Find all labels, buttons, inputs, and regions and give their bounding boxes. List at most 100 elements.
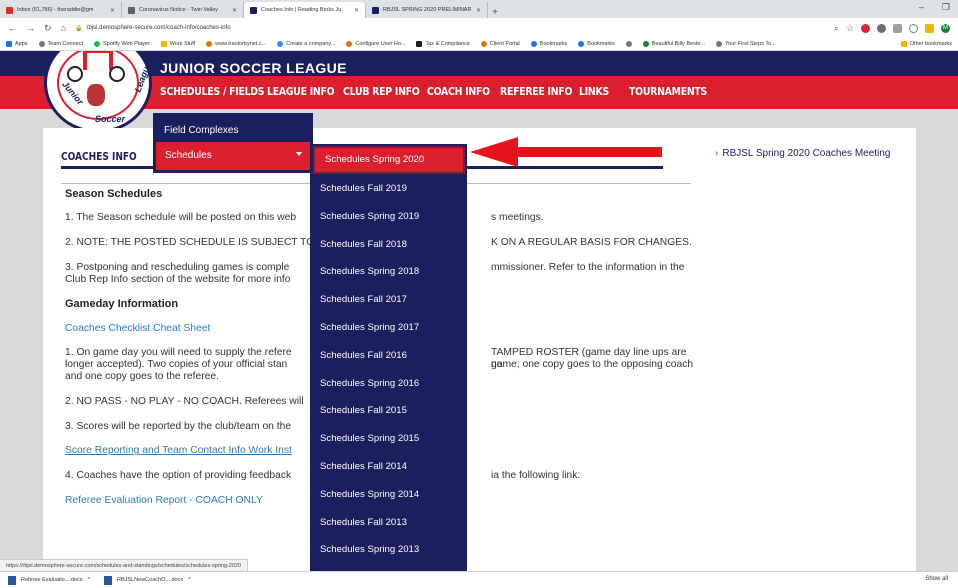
nav-coach-info[interactable]: COACH INFO [427, 85, 490, 98]
submenu-schedules-fall-2018[interactable]: Schedules Fall 2018 [310, 231, 467, 259]
extension-square-icon[interactable] [893, 23, 902, 33]
submenu-schedules-spring-2018[interactable]: Schedules Spring 2018 [310, 258, 467, 286]
annotation-arrow-icon [470, 137, 662, 167]
home-icon[interactable]: ⌂ [61, 23, 66, 33]
coaches-checklist-link[interactable]: Coaches Checklist Cheat Sheet [65, 323, 210, 335]
submenu-schedules-fall-2016[interactable]: Schedules Fall 2016 [310, 342, 467, 370]
nav-referee-info[interactable]: REFEREE INFO [500, 85, 572, 98]
nav-schedules-fields[interactable]: SCHEDULES / FIELDS [160, 85, 265, 98]
forward-icon[interactable]: → [26, 23, 35, 33]
submenu-schedules-spring-2013[interactable]: Schedules Spring 2013 [310, 536, 467, 564]
schedules-submenu: Schedules Spring 2020 Schedules Fall 201… [310, 144, 467, 571]
configure-icon [346, 41, 353, 47]
zoom-icon[interactable]: ⌕ [834, 23, 839, 34]
nav-links[interactable]: LINKS [579, 85, 609, 98]
close-tab-icon[interactable]: ✕ [354, 7, 359, 14]
download-item[interactable]: Referee Evaluatio....docx ^ [8, 575, 90, 585]
submenu-schedules-fall-2013[interactable]: Schedules Fall 2013 [310, 509, 467, 537]
nav-club-rep-info[interactable]: CLUB REP INFO [343, 85, 420, 98]
submenu-schedules-spring-2020[interactable]: Schedules Spring 2020 [313, 146, 465, 174]
download-item[interactable]: RBJSLNewCoachO....docx ^ [104, 575, 191, 585]
submenu-schedules-spring-2019[interactable]: Schedules Spring 2019 [310, 203, 467, 231]
bookmark-item[interactable]: Your First Steps To... [716, 41, 776, 47]
submenu-schedules-spring-2015[interactable]: Schedules Spring 2015 [310, 425, 467, 453]
browser-tab-coronavirus[interactable]: Coronavirus Notice - Twin Valley ✕ [122, 2, 244, 18]
spotify-icon [94, 41, 101, 47]
referee-evaluation-link[interactable]: Referee Evaluation Report - COACH ONLY [65, 495, 263, 507]
folder-icon [900, 41, 907, 47]
bookmark-icon [642, 41, 649, 47]
restore-icon[interactable]: ❐ [942, 2, 950, 13]
menu-item-schedules[interactable]: Schedules [156, 142, 310, 170]
chevron-right-icon: › [715, 148, 719, 159]
new-tab-button[interactable]: + [488, 7, 502, 18]
bookmark-apps[interactable]: Apps [6, 41, 28, 47]
submenu-schedules-spring-2016[interactable]: Schedules Spring 2016 [310, 370, 467, 398]
profile-avatar[interactable]: M [941, 23, 950, 33]
chevron-up-icon[interactable]: ^ [188, 577, 191, 583]
downloads-bar: Referee Evaluatio....docx ^ RBJSLNewCoach… [0, 571, 958, 588]
word-doc-icon [8, 575, 16, 585]
browser-tab-gmail[interactable]: Inbox (61,786) - theraddie@gm ✕ [0, 2, 122, 18]
logo-gate [83, 51, 113, 70]
soccer-ball-icon [67, 66, 83, 82]
back-icon[interactable]: ← [8, 23, 17, 33]
browser-tab-coaches-info[interactable]: Coaches Info | Reading Berks Ju ✕ [244, 2, 366, 18]
browser-tab-spring-2020[interactable]: RBJSL SPRING 2020 PRELIMINAR ✕ [366, 2, 488, 18]
content-panel: COACHES INFO › RBJSL Spring 2020 Coaches … [43, 128, 916, 571]
minimize-icon[interactable]: – [919, 2, 924, 13]
menu-item-field-complexes[interactable]: Field Complexes [164, 125, 238, 136]
close-tab-icon[interactable]: ✕ [476, 7, 481, 14]
gmail-icon [6, 6, 13, 14]
score-reporting-link[interactable]: Score Reporting and Team Contact Info Wo… [65, 445, 292, 457]
extensions: ⌕ ☆ M [834, 23, 950, 34]
submenu-schedules-fall-2014[interactable]: Schedules Fall 2014 [310, 453, 467, 481]
browser-tab-bar: Inbox (61,786) - theraddie@gm ✕ Coronavir… [0, 0, 958, 18]
submenu-schedules-spring-2017[interactable]: Schedules Spring 2017 [310, 314, 467, 342]
bookmark-item[interactable]: Tax & Compliance [416, 41, 470, 47]
bookmark-item[interactable]: Configure User Ho... [346, 41, 405, 47]
other-bookmarks[interactable]: Other bookmarks [900, 41, 952, 47]
logo-figure [87, 84, 105, 106]
bookmark-item[interactable] [625, 41, 632, 47]
bookmark-item[interactable]: Bookmarks [530, 41, 567, 47]
circle-icon [277, 41, 284, 47]
bookmark-item[interactable]: Work Stuff [160, 41, 195, 47]
tractor-icon [206, 41, 213, 47]
bookmark-item[interactable]: Team Connect [38, 41, 83, 47]
bookmark-item[interactable]: Create a company... [277, 41, 335, 47]
bookmark-item[interactable]: Spotify Web Player [94, 41, 150, 47]
submenu-schedules-fall-2019[interactable]: Schedules Fall 2019 [310, 175, 467, 203]
rbjsl-icon [372, 6, 379, 14]
reload-icon[interactable]: ↻ [44, 23, 52, 34]
submenu-schedules-spring-2014[interactable]: Schedules Spring 2014 [310, 481, 467, 509]
extension-ring-icon[interactable] [909, 23, 918, 33]
schedules-fields-dropdown: Field Complexes Schedules [153, 113, 313, 173]
bookmark-item[interactable]: Client Portal [480, 41, 520, 47]
word-doc-icon [104, 575, 113, 585]
web-page: JUNIOR SOCCER LEAGUE SCHEDULES / FIELDS … [0, 51, 958, 571]
url-field[interactable]: 🔒 rbjsl.demosphere-secure.com/coach-info… [75, 25, 825, 32]
bookmark-item[interactable]: Bookmarks [578, 41, 615, 47]
submenu-schedules-fall-2017[interactable]: Schedules Fall 2017 [310, 286, 467, 314]
nav-tournaments[interactable]: TOURNAMENTS [629, 85, 707, 98]
extension-red-icon[interactable] [861, 23, 870, 33]
nav-league-info[interactable]: LEAGUE INFO [267, 85, 335, 98]
status-url: https://rbjsl.demosphere-secure.com/sche… [0, 559, 249, 571]
extension-grid-icon[interactable] [925, 23, 934, 33]
show-all-button[interactable]: Show all [925, 576, 948, 582]
page-icon [128, 6, 135, 14]
close-tab-icon[interactable]: ✕ [110, 7, 115, 14]
logo-text-soccer: Soccer [95, 114, 126, 124]
close-tab-icon[interactable]: ✕ [232, 7, 237, 14]
bookmark-item[interactable]: www.tractorbynet.c... [206, 41, 266, 47]
bookmark-item[interactable]: Beautiful Billy Beste... [642, 41, 705, 47]
page-title: COACHES INFO [61, 150, 137, 163]
sidebar-link-coaches-meeting[interactable]: › RBJSL Spring 2020 Coaches Meeting [715, 148, 890, 159]
portal-icon [480, 41, 487, 47]
submenu-schedules-fall-2015[interactable]: Schedules Fall 2015 [310, 397, 467, 425]
extension-gray-icon[interactable] [877, 23, 886, 33]
star-icon[interactable]: ☆ [846, 23, 854, 34]
league-logo[interactable]: Junior Soccer League [44, 51, 153, 133]
chevron-up-icon[interactable]: ^ [87, 577, 90, 583]
